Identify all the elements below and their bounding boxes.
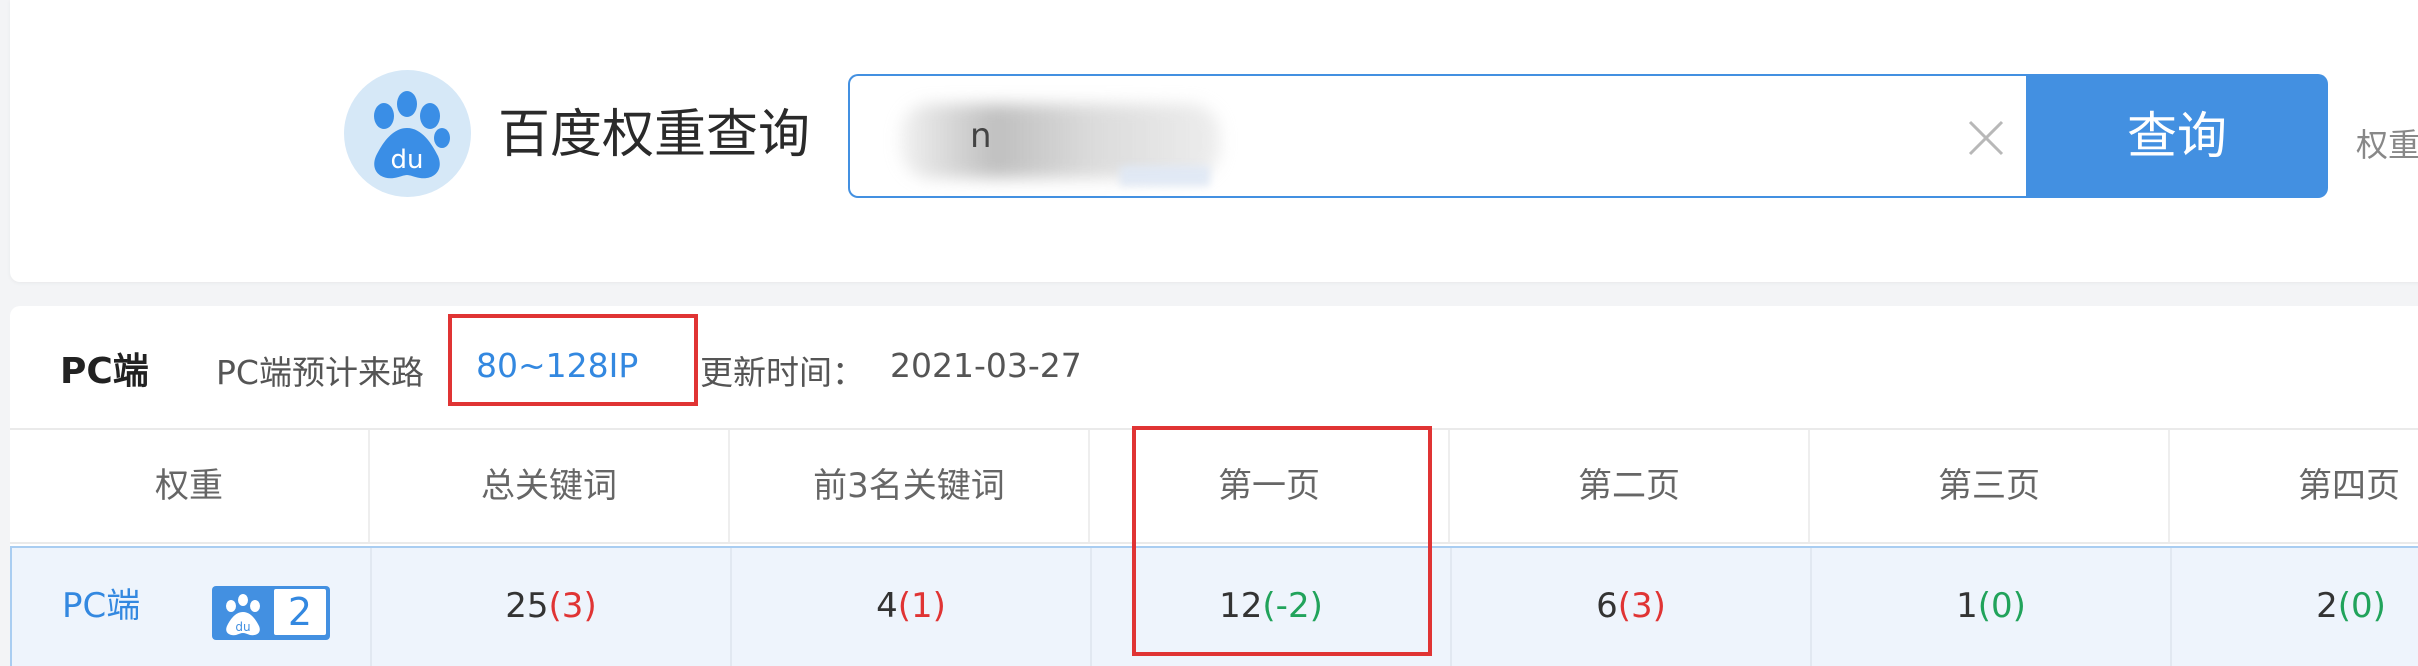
search-input-value: n [970,116,993,156]
weight-value: 2 [274,589,326,635]
total-keywords-cell: 25(3) [372,548,732,666]
row-label-pc[interactable]: PC端 [62,548,140,664]
page3-cell: 1(0) [1812,548,2172,666]
page2-cell: 6(3) [1452,548,1812,666]
weight-badge: du 2 [212,586,330,640]
traffic-value: 80~128IP [476,346,639,385]
side-link[interactable]: 权重 [2356,120,2418,166]
table-header-page2: 第二页 [1450,430,1810,542]
search-panel: du 百度权重查询 n 查询 权重 [10,0,2418,282]
svg-text:du: du [235,620,250,634]
table-header-page4: 第四页 [2170,430,2418,542]
page1-cell: 12(-2) [1092,548,1452,666]
page-title: 百度权重查询 [498,105,811,165]
pc-result-card: PC端 PC端预计来路 80~128IP 更新时间： 2021-03-27 权重… [10,306,2418,666]
table-header-page1: 第一页 [1090,430,1450,542]
update-time: 2021-03-27 [890,346,1082,385]
baidu-paw-logo-icon: du [344,70,471,197]
traffic-label: PC端预计来路 [216,353,424,392]
close-icon[interactable] [1960,112,2012,164]
top3-keywords-cell: 4(1) [732,548,1092,666]
table-header-top3-keywords: 前3名关键词 [730,430,1090,542]
search-button[interactable]: 查询 [2026,74,2328,198]
svg-text:du: du [391,145,424,175]
update-label: 更新时间： [700,353,865,392]
page4-cell: 2(0) [2172,548,2418,666]
table-row: PC端 du 2 25(3) 4(1) 12(-2) 6(3) 1(0) 2(0… [10,546,2418,666]
table-header-weight: 权重 [10,430,370,542]
table-header-row: 权重 总关键词 前3名关键词 第一页 第二页 第三页 第四页 [10,428,2418,544]
weight-cell: PC端 du 2 [12,548,372,666]
baidu-paw-icon: du [226,594,260,636]
table-header-total-keywords: 总关键词 [370,430,730,542]
search-input[interactable]: n [848,74,2026,198]
table-header-page3: 第三页 [1810,430,2170,542]
section-title: PC端 [60,351,149,392]
